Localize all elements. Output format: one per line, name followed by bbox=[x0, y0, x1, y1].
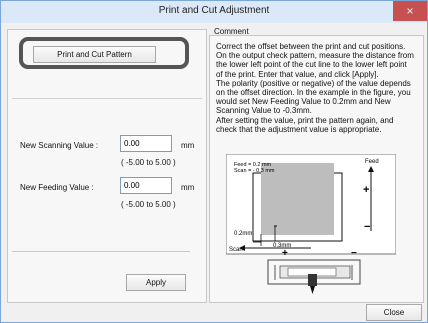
left-separator-top bbox=[12, 98, 202, 99]
plotter-head-illustration bbox=[267, 259, 361, 294]
feed-unit-label: mm bbox=[181, 183, 195, 192]
figure-scan-value: Scan = - 0.3 mm bbox=[234, 168, 275, 174]
window-title: Print and Cut Adjustment bbox=[158, 5, 270, 16]
comment-line: the lower left point of the cut line to … bbox=[216, 60, 407, 70]
comment-line: on the offset direction. In the example … bbox=[216, 88, 411, 98]
comment-line: Scanning Value to -0.3mm. bbox=[216, 106, 312, 116]
figure-feed-axis-label: Feed bbox=[365, 159, 379, 165]
comment-line: of the print. Enter that value, and clic… bbox=[216, 69, 379, 79]
comment-line: After setting the value, print the patte… bbox=[216, 115, 394, 125]
apply-button[interactable]: Apply bbox=[126, 274, 186, 291]
new-scanning-value-label: New Scanning Value : bbox=[20, 141, 99, 150]
scan-range-label: ( -5.00 to 5.00 ) bbox=[121, 158, 176, 167]
comment-line: would set New Feeding Value to 0.2mm and… bbox=[216, 97, 391, 107]
print-cut-pattern-button[interactable]: Print and Cut Pattern bbox=[33, 46, 156, 63]
print-cut-offset-figure: Feed = 0.2 mm Scan = - 0.3 mm Feed + − 0… bbox=[226, 154, 396, 294]
scan-plus-sign: + bbox=[282, 248, 288, 259]
comment-line: Correct the offset between the print and… bbox=[216, 42, 406, 51]
comment-text: Correct the offset between the print and… bbox=[216, 42, 417, 134]
new-feeding-value-input[interactable] bbox=[120, 177, 172, 194]
title-bar: Print and Cut Adjustment × bbox=[1, 1, 427, 23]
comment-line: check that the adjustment value is appro… bbox=[216, 124, 382, 134]
figure-vertical-offset: 0.2mm bbox=[234, 231, 252, 237]
feed-minus-sign: − bbox=[364, 221, 370, 233]
comment-line: On the output check pattern, measure the… bbox=[216, 51, 414, 61]
new-feeding-value-label: New Feeding Value : bbox=[20, 183, 94, 192]
print-cut-adjustment-window: Print and Cut Adjustment × Print and Cut… bbox=[0, 0, 428, 323]
left-separator-bottom bbox=[12, 251, 190, 252]
scan-minus-sign: − bbox=[351, 248, 357, 259]
figure-scan-axis-label: Scan bbox=[229, 247, 243, 253]
close-button[interactable]: Close bbox=[366, 304, 422, 321]
scan-unit-label: mm bbox=[181, 141, 195, 150]
feed-range-label: ( -5.00 to 5.00 ) bbox=[121, 200, 176, 209]
feed-plus-sign: + bbox=[363, 184, 369, 196]
close-window-icon[interactable]: × bbox=[393, 1, 427, 21]
comment-line: The polarity (positive or negative) of t… bbox=[216, 78, 411, 88]
left-settings-panel bbox=[7, 29, 207, 303]
new-scanning-value-input[interactable] bbox=[120, 135, 172, 152]
